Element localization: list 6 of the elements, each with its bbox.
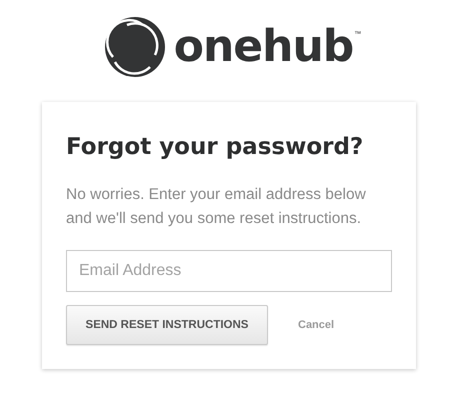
logo-wordmark: onehub <box>174 25 354 69</box>
form-description: No worries. Enter your email address below and we'll send you some reset instructions. <box>66 185 367 229</box>
logo-icon <box>104 17 165 77</box>
send-reset-button[interactable]: SEND RESET INSTRUCTIONS <box>66 305 268 345</box>
email-field[interactable]: Email Address <box>66 250 392 292</box>
form-title: Forgot your password? <box>66 133 364 162</box>
